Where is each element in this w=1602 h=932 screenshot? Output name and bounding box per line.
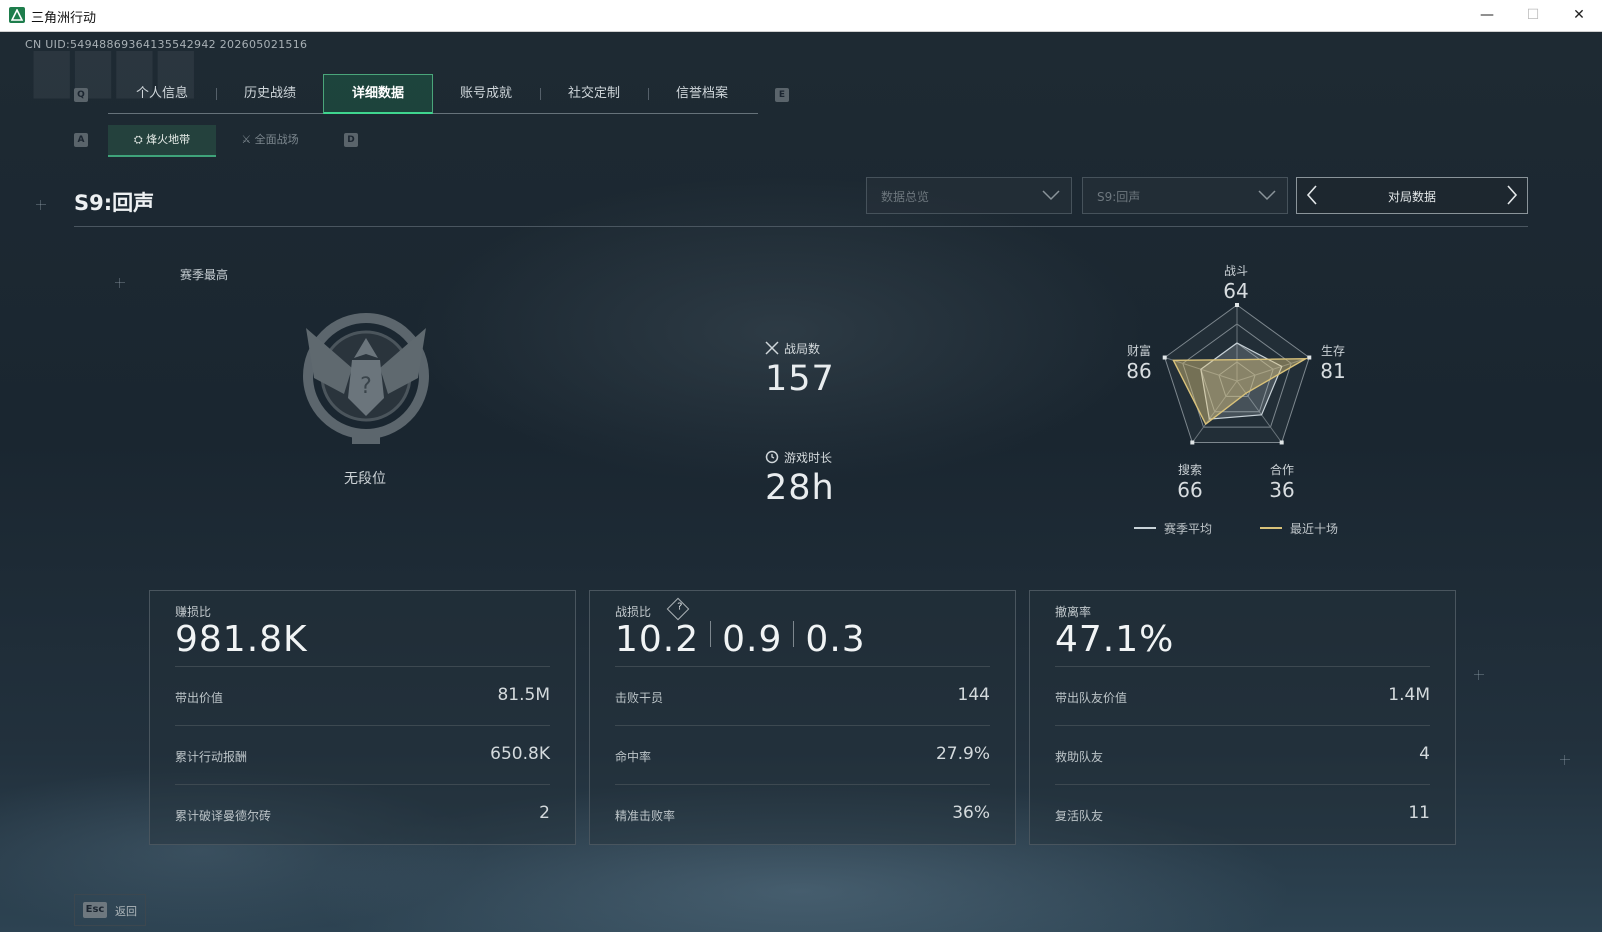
stat-row: 累计行动报酬 650.8K xyxy=(175,725,550,784)
back-button[interactable]: Esc 返回 xyxy=(74,894,146,926)
matches-label: 战局数 xyxy=(784,342,821,356)
main-tabs: 个人信息 历史战绩 详细数据 账号成就 社交定制 信誉档案 xyxy=(108,74,758,114)
player-uid: CN UID:5494886936413554294­2 20260502151… xyxy=(25,38,308,51)
crossed-swords-icon xyxy=(765,341,779,355)
maximize-button[interactable]: ☐ xyxy=(1510,0,1556,31)
kd-label: 战损比 xyxy=(615,605,652,619)
help-icon[interactable]: ? xyxy=(666,597,690,621)
playtime-stat: 游戏时长 28h xyxy=(765,449,835,508)
tab-detailed-data[interactable]: 详细数据 xyxy=(323,74,433,114)
season-dropdown[interactable]: S9:回声 xyxy=(1082,177,1288,214)
svg-text:?: ? xyxy=(360,374,372,399)
kd-value-1: 10.2 xyxy=(615,619,700,660)
kd-card: 战损比 ? 10.2 0.9 0.3 击败干员 144 命中率 27.9% 精准击败率 3… xyxy=(589,590,1016,845)
radar-label-teamwork: 合作 36 xyxy=(1269,463,1295,502)
matches-value: 157 xyxy=(765,359,835,399)
stat-row: 带出价值 81.5M xyxy=(175,666,550,725)
window-title: 三角洲行动 xyxy=(31,11,97,26)
subtab-battlefield[interactable]: ⚔ 全面战场 xyxy=(216,125,324,155)
playtime-value: 28h xyxy=(765,468,835,508)
season-title: S9:回声 xyxy=(74,191,155,215)
tab-achievements[interactable]: 账号成就 xyxy=(432,75,540,113)
chevron-right-icon[interactable] xyxy=(1505,184,1519,206)
radar-axis-dot xyxy=(1235,303,1239,307)
decor-crosshair xyxy=(36,200,46,210)
subtab-label: 全面战场 xyxy=(254,133,299,146)
kd-value-2: 0.9 xyxy=(722,619,783,660)
dropdown-value: 数据总览 xyxy=(881,190,930,204)
kd-values: 10.2 0.9 0.3 xyxy=(615,619,866,663)
overview-dropdown[interactable]: 数据总览 xyxy=(866,177,1072,214)
extract-card: 撤离率 47.1% 带出队友价值 1.4M 救助队友 4 复活队友 11 xyxy=(1029,590,1456,845)
battlefield-icon: ⚔ xyxy=(241,133,255,146)
legend-recent-ten: 最近十场 xyxy=(1260,520,1338,537)
pager-label: 对局数据 xyxy=(1387,190,1436,204)
stat-row: 救助队友 4 xyxy=(1055,725,1430,784)
radar-label-search: 搜索 66 xyxy=(1177,463,1203,502)
minimize-button[interactable]: — xyxy=(1464,0,1510,31)
radar-label-combat: 战斗 64 xyxy=(1223,264,1249,303)
radar-axis-dot xyxy=(1190,440,1195,445)
tab-social[interactable]: 社交定制 xyxy=(540,75,648,113)
stat-row: 带出队友价值 1.4M xyxy=(1055,666,1430,725)
matches-stat: 战局数 157 xyxy=(765,340,835,399)
subtab-label: 烽火地带 xyxy=(146,133,191,146)
clock-icon xyxy=(765,450,779,464)
esc-key-hint: Esc xyxy=(83,902,107,918)
legend-swatch xyxy=(1260,527,1282,529)
kd-divider xyxy=(793,621,795,647)
close-button[interactable]: ✕ xyxy=(1556,0,1602,31)
extract-value: 47.1% xyxy=(1055,619,1175,660)
profit-label: 赚损比 xyxy=(175,605,212,619)
rank-emblem-icon: ? xyxy=(303,313,429,444)
radar-axis-dot xyxy=(1279,440,1284,445)
decor-crosshair xyxy=(1560,755,1570,765)
playtime-label: 游戏时长 xyxy=(784,451,833,465)
rank-label: 赛季最高 xyxy=(180,268,229,282)
subtab-warzone[interactable]: ⛭ 烽火地带 xyxy=(108,125,216,157)
key-hint-prev-sub: A xyxy=(74,133,88,147)
back-label: 返回 xyxy=(115,905,137,918)
rank-name: 无段位 xyxy=(344,471,386,487)
kd-divider xyxy=(710,621,712,647)
tab-reputation[interactable]: 信誉档案 xyxy=(648,75,756,113)
tab-personal-info[interactable]: 个人信息 xyxy=(108,75,216,113)
header-divider xyxy=(74,226,1528,227)
stat-row: 命中率 27.9% xyxy=(615,725,990,784)
kd-value-3: 0.3 xyxy=(805,619,866,660)
key-hint-prev-tab: Q xyxy=(74,88,88,102)
dropdown-value: S9:回声 xyxy=(1097,190,1141,204)
decor-crosshair xyxy=(1474,670,1484,680)
chevron-down-icon xyxy=(1258,190,1276,201)
decor-crosshair xyxy=(115,278,125,288)
profit-card: 赚损比 981.8K 带出价值 81.5M 累计行动报酬 650.8K 累计破译曼德… xyxy=(149,590,576,845)
chevron-down-icon xyxy=(1042,190,1060,201)
profit-value: 981.8K xyxy=(175,619,308,660)
key-hint-next-sub: D xyxy=(344,133,358,147)
stat-row: 击败干员 144 xyxy=(615,666,990,725)
app-logo-icon xyxy=(9,7,25,23)
stat-row: 累计破译曼德尔砖 2 xyxy=(175,784,550,843)
warzone-icon: ⛭ xyxy=(133,133,147,146)
legend-season-avg: 赛季平均 xyxy=(1134,520,1212,537)
stat-row: 精准击败率 36% xyxy=(615,784,990,843)
legend-swatch xyxy=(1134,527,1156,529)
match-data-pager: 对局数据 xyxy=(1296,177,1528,214)
radar-label-wealth: 财富 86 xyxy=(1126,344,1152,383)
radar-label-survival: 生存 81 xyxy=(1320,344,1346,383)
tab-history[interactable]: 历史战绩 xyxy=(216,75,324,113)
sub-tabs: ⛭ 烽火地带 ⚔ 全面战场 xyxy=(108,125,328,157)
window-titlebar: 三角洲行动 — ☐ ✕ xyxy=(0,0,1602,32)
extract-label: 撤离率 xyxy=(1055,605,1092,619)
key-hint-next-tab: E xyxy=(775,88,789,102)
stat-row: 复活队友 11 xyxy=(1055,784,1430,843)
